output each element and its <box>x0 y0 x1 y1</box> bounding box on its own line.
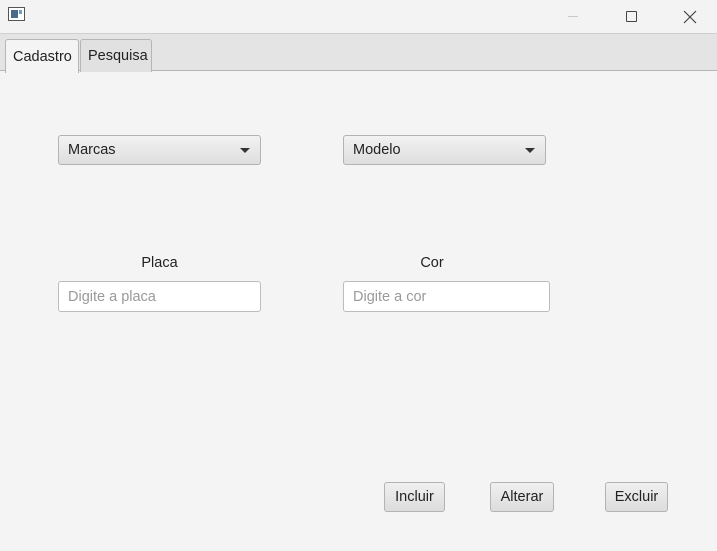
chevron-down-icon <box>525 148 535 153</box>
alterar-button[interactable]: Alterar <box>490 482 554 512</box>
close-button[interactable] <box>667 0 713 33</box>
minimize-icon <box>568 16 578 17</box>
minimize-button[interactable] <box>550 0 596 33</box>
incluir-button[interactable]: Incluir <box>384 482 445 512</box>
placa-label: Placa <box>141 255 178 271</box>
tab-label: Pesquisa <box>88 48 148 64</box>
marcas-select-value: Marcas <box>68 142 116 158</box>
title-bar <box>0 0 717 33</box>
app-icon <box>8 7 25 21</box>
marcas-select[interactable]: Marcas <box>58 135 261 165</box>
cor-label: Cor <box>420 255 444 271</box>
tab-pesquisa[interactable]: Pesquisa <box>80 39 152 72</box>
excluir-button[interactable]: Excluir <box>605 482 668 512</box>
chevron-down-icon <box>240 148 250 153</box>
tab-label: Cadastro <box>13 48 72 65</box>
close-icon <box>683 10 697 23</box>
cor-input[interactable] <box>343 281 550 312</box>
modelo-select[interactable]: Modelo <box>343 135 546 165</box>
maximize-button[interactable] <box>608 0 654 33</box>
placa-input[interactable] <box>58 281 261 312</box>
tab-bar: Cadastro Pesquisa <box>0 33 717 73</box>
tab-cadastro[interactable]: Cadastro <box>5 39 79 73</box>
modelo-select-value: Modelo <box>353 142 401 158</box>
maximize-icon <box>625 11 637 22</box>
